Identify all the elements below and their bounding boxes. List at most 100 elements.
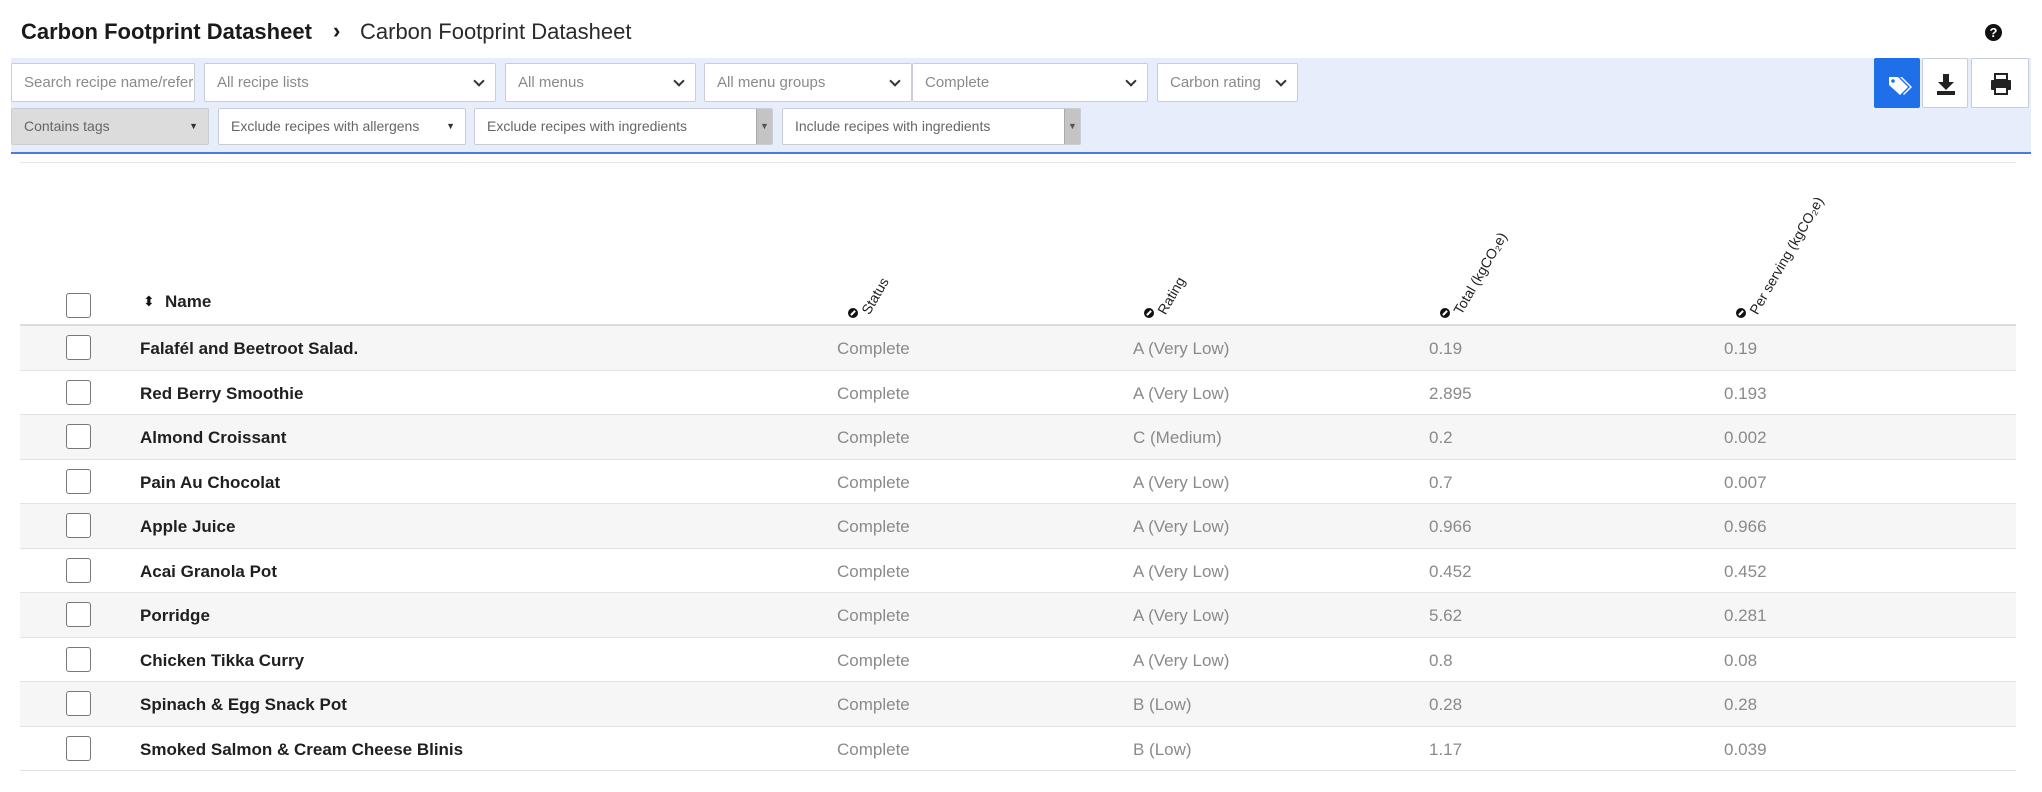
table-row[interactable]: Spinach & Egg Snack Pot Complete B (Low)… — [20, 682, 2016, 727]
row-checkbox[interactable] — [66, 646, 91, 672]
caret-down-icon[interactable]: ▼ — [1064, 109, 1080, 144]
print-button[interactable] — [1971, 58, 2029, 108]
tags-button[interactable] — [1874, 58, 1920, 108]
question-circle-icon[interactable]: ? — [1985, 24, 2002, 41]
print-icon — [1991, 73, 2011, 95]
total-cell: 2.895 — [1429, 383, 1472, 403]
recipe-name[interactable]: Smoked Salmon & Cream Cheese Blinis — [140, 740, 463, 760]
chevron-down-icon — [889, 75, 901, 87]
row-checkbox[interactable] — [66, 468, 91, 494]
download-button[interactable] — [1922, 58, 1968, 108]
table-row[interactable]: Pain Au Chocolat Complete A (Very Low) 0… — [20, 460, 2016, 504]
caret-down-icon[interactable]: ▼ — [756, 109, 772, 144]
contains-tags-select[interactable]: Contains tags ▼ — [11, 108, 209, 145]
recipe-lists-select[interactable]: All recipe lists — [204, 63, 496, 102]
status-cell: Complete — [837, 472, 910, 492]
rating-cell: B (Low) — [1133, 695, 1192, 714]
table-row[interactable]: Almond Croissant Complete C (Medium) 0.2… — [20, 415, 2016, 460]
row-checkbox[interactable] — [66, 735, 91, 761]
status-select[interactable]: Complete — [912, 63, 1148, 102]
per-serving-cell: 0.08 — [1724, 650, 1758, 670]
breadcrumb-parent[interactable]: Carbon Footprint Datasheet — [21, 19, 312, 45]
carbon-rating-value: Carbon rating — [1170, 74, 1261, 91]
chevron-down-icon — [473, 75, 485, 87]
sort-icon[interactable] — [1144, 308, 1154, 318]
chevron-down-icon — [1275, 75, 1287, 87]
total-cell: 0.7 — [1429, 472, 1453, 492]
exclude-ingredients-value: Exclude recipes with ingredients — [487, 118, 687, 134]
status-cell: Complete — [837, 650, 910, 670]
tags-icon — [1889, 77, 1912, 95]
rating-cell: A (Very Low) — [1133, 472, 1230, 492]
row-checkbox[interactable] — [66, 424, 91, 449]
column-header-rating[interactable]: Rating — [1154, 274, 1188, 317]
per-serving-cell: 0.281 — [1724, 606, 1767, 625]
table-row[interactable]: Porridge Complete A (Very Low) 5.62 0.28… — [20, 593, 2016, 638]
total-cell: 0.28 — [1429, 695, 1463, 714]
rating-cell: A (Very Low) — [1133, 383, 1230, 403]
chevron-down-icon — [1125, 75, 1137, 87]
recipe-name[interactable]: Porridge — [140, 606, 210, 626]
per-serving-cell: 0.452 — [1724, 561, 1767, 581]
row-checkbox[interactable] — [66, 602, 91, 627]
column-header-per-serving[interactable]: Per serving (kgCO₂e) — [1746, 194, 1826, 317]
table-row[interactable]: Smoked Salmon & Cream Cheese Blinis Comp… — [20, 727, 2016, 771]
exclude-ingredients-select[interactable]: Exclude recipes with ingredients ▼ — [474, 108, 773, 145]
total-cell: 0.2 — [1429, 428, 1453, 447]
menu-groups-select[interactable]: All menu groups — [704, 63, 912, 102]
per-serving-cell: 0.19 — [1724, 339, 1758, 358]
recipe-name[interactable]: Apple Juice — [140, 517, 235, 537]
per-serving-cell: 0.002 — [1724, 428, 1767, 447]
search-input[interactable]: Search recipe name/reference — [11, 63, 195, 102]
recipe-name[interactable]: Almond Croissant — [140, 428, 286, 448]
table-row[interactable]: Red Berry Smoothie Complete A (Very Low)… — [20, 371, 2016, 415]
table-row[interactable]: Apple Juice Complete A (Very Low) 0.966 … — [20, 504, 2016, 549]
filter-bar: Search recipe name/reference All recipe … — [11, 58, 2031, 154]
column-header-name[interactable]: Name — [165, 292, 211, 312]
rating-cell: A (Very Low) — [1133, 517, 1230, 536]
recipe-name[interactable]: Red Berry Smoothie — [140, 384, 303, 404]
caret-down-icon: ▼ — [446, 121, 455, 131]
sort-icon[interactable] — [1440, 308, 1450, 318]
select-all-checkbox[interactable] — [66, 293, 91, 318]
chevron-down-icon — [673, 75, 685, 87]
recipe-name[interactable]: Acai Granola Pot — [140, 562, 277, 582]
column-header-total[interactable]: Total (kgCO₂e) — [1450, 230, 1510, 317]
menus-select[interactable]: All menus — [505, 63, 696, 102]
sort-icon[interactable] — [1736, 308, 1746, 318]
recipe-name[interactable]: Pain Au Chocolat — [140, 473, 280, 493]
page-header: Carbon Footprint Datasheet › Carbon Foot… — [0, 0, 2042, 58]
column-header-status[interactable]: Status — [858, 275, 892, 317]
sort-icon[interactable]: ⬍ — [143, 293, 155, 310]
recipe-lists-value: All recipe lists — [217, 74, 309, 91]
rating-cell: B (Low) — [1133, 739, 1192, 759]
table-row[interactable]: Chicken Tikka Curry Complete A (Very Low… — [20, 638, 2016, 682]
status-cell: Complete — [837, 383, 910, 403]
row-checkbox[interactable] — [66, 513, 91, 538]
status-cell: Complete — [837, 561, 910, 581]
include-ingredients-select[interactable]: Include recipes with ingredients ▼ — [782, 108, 1081, 145]
row-checkbox[interactable] — [66, 557, 91, 583]
recipe-name[interactable]: Spinach & Egg Snack Pot — [140, 695, 347, 715]
recipe-name[interactable]: Chicken Tikka Curry — [140, 651, 304, 671]
total-cell: 5.62 — [1429, 606, 1463, 625]
exclude-allergens-select[interactable]: Exclude recipes with allergens ▼ — [218, 108, 466, 145]
table-row[interactable]: Acai Granola Pot Complete A (Very Low) 0… — [20, 549, 2016, 593]
recipe-name[interactable]: Falafél and Beetroot Salad. — [140, 339, 358, 359]
per-serving-cell: 0.28 — [1724, 695, 1758, 714]
status-cell: Complete — [837, 428, 910, 447]
total-cell: 0.8 — [1429, 650, 1453, 670]
rating-cell: A (Very Low) — [1133, 561, 1230, 581]
total-cell: 0.966 — [1429, 517, 1472, 536]
status-cell: Complete — [837, 739, 910, 759]
row-checkbox[interactable] — [66, 691, 91, 716]
search-placeholder: Search recipe name/reference — [24, 74, 194, 91]
row-checkbox[interactable] — [66, 379, 91, 405]
row-checkbox[interactable] — [66, 335, 91, 360]
table-row[interactable]: Falafél and Beetroot Salad. Complete A (… — [20, 326, 2016, 371]
table-top-divider — [20, 162, 2016, 163]
total-cell: 0.452 — [1429, 561, 1472, 581]
total-cell: 1.17 — [1429, 739, 1463, 759]
sort-icon[interactable] — [848, 308, 858, 318]
carbon-rating-select[interactable]: Carbon rating — [1157, 63, 1298, 102]
